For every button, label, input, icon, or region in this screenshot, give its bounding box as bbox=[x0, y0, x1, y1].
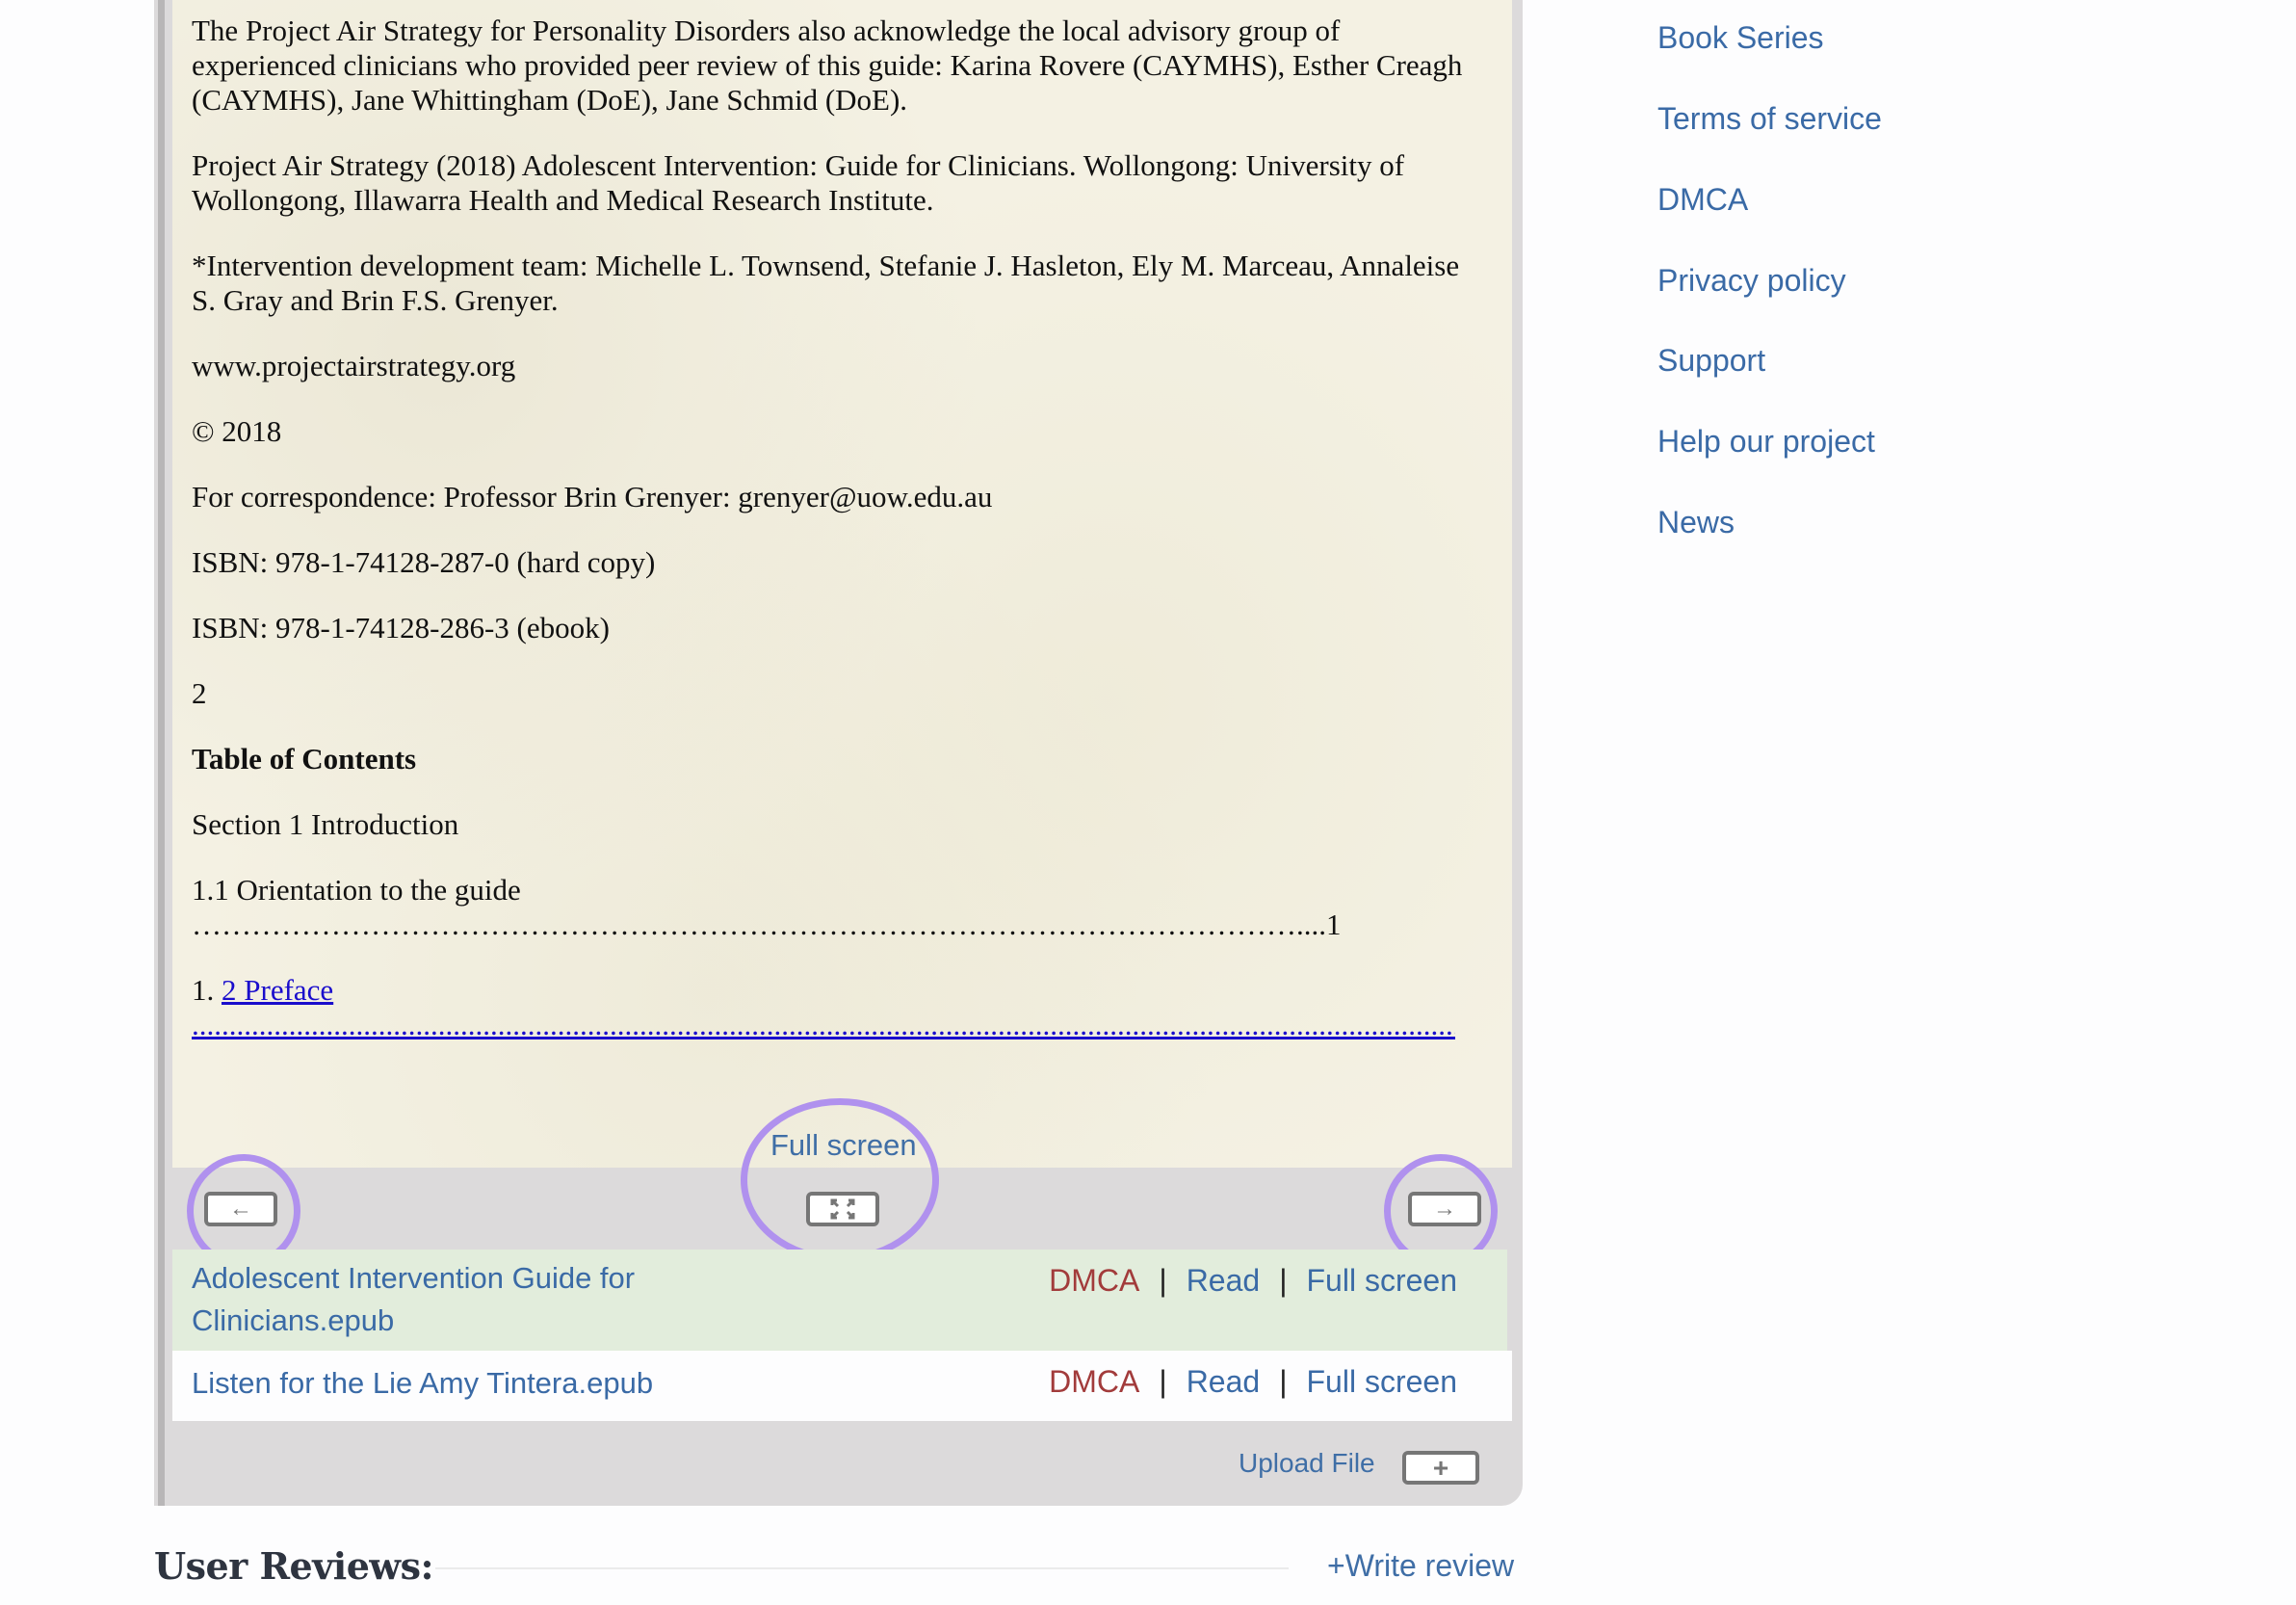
page-number: 2 bbox=[192, 676, 207, 710]
sidebar-link-book-series[interactable]: Book Series bbox=[1657, 20, 1824, 56]
page-paragraph: *Intervention development team: Michelle… bbox=[192, 249, 1460, 317]
file-dmca-link[interactable]: DMCA bbox=[1049, 1364, 1139, 1400]
sidebar-link-support[interactable]: Support bbox=[1657, 343, 1765, 379]
book-page: The Project Air Strategy for Personality… bbox=[172, 0, 1512, 1168]
separator: | bbox=[1279, 1263, 1288, 1298]
sidebar-link-dmca[interactable]: DMCA bbox=[1657, 182, 1748, 218]
file-actions: DMCA | Read | Full screen bbox=[1049, 1263, 1457, 1299]
file-name-link[interactable]: Listen for the Lie Amy Tintera.epub bbox=[192, 1362, 1058, 1405]
user-reviews-heading: User Reviews: bbox=[154, 1544, 434, 1588]
page-paragraph: ISBN: 978-1-74128-287-0 (hard copy) bbox=[192, 545, 656, 579]
divider bbox=[435, 1567, 1289, 1569]
arrow-right-icon: → bbox=[1433, 1196, 1456, 1222]
page-paragraph: The Project Air Strategy for Personality… bbox=[192, 13, 1463, 117]
upload-file-link[interactable]: Upload File bbox=[1239, 1448, 1375, 1479]
file-row: Listen for the Lie Amy Tintera.epub DMCA… bbox=[172, 1351, 1512, 1421]
page-paragraph: © 2018 bbox=[192, 414, 282, 448]
toc-section: Section 1 Introduction bbox=[192, 807, 459, 841]
toc-item: 1.1 Orientation to the guide ……………………………… bbox=[192, 873, 1482, 942]
sidebar-link-privacy[interactable]: Privacy policy bbox=[1657, 263, 1846, 299]
arrow-left-icon: ← bbox=[229, 1196, 252, 1222]
toc-heading: Table of Contents bbox=[192, 742, 417, 776]
file-name-link[interactable]: Adolescent Intervention Guide for Clinic… bbox=[192, 1257, 731, 1342]
file-actions: DMCA | Read | Full screen bbox=[1049, 1364, 1457, 1400]
toc-item-title: 1.1 Orientation to the guide bbox=[192, 873, 521, 907]
reader-left-border bbox=[158, 0, 165, 1506]
toc-item: 1. 2 Preface ...........................… bbox=[192, 973, 1482, 1042]
upload-file-button[interactable]: + bbox=[1402, 1451, 1479, 1485]
expand-icon bbox=[830, 1198, 855, 1220]
plus-icon: + bbox=[1432, 1452, 1449, 1483]
sidebar-link-help[interactable]: Help our project bbox=[1657, 424, 1875, 460]
page-paragraph: ISBN: 978-1-74128-286-3 (ebook) bbox=[192, 611, 610, 645]
toc-item-prefix: 1. bbox=[192, 973, 222, 1007]
page-paragraph: Project Air Strategy (2018) Adolescent I… bbox=[192, 148, 1405, 217]
toc-link-preface[interactable]: 2 Preface bbox=[222, 973, 333, 1007]
file-fullscreen-link[interactable]: Full screen bbox=[1307, 1364, 1458, 1400]
page-paragraph: www.projectairstrategy.org bbox=[192, 349, 516, 382]
toc-link-preface-leader[interactable]: ........................................… bbox=[192, 1008, 1455, 1042]
sidebar-link-news[interactable]: News bbox=[1657, 505, 1735, 540]
sidebar-link-terms[interactable]: Terms of service bbox=[1657, 101, 1882, 137]
file-fullscreen-link[interactable]: Full screen bbox=[1307, 1263, 1458, 1299]
separator: | bbox=[1159, 1263, 1167, 1298]
write-review-link[interactable]: +Write review bbox=[1327, 1548, 1514, 1584]
fullscreen-label[interactable]: Full screen bbox=[770, 1128, 917, 1163]
separator: | bbox=[1279, 1364, 1288, 1399]
fullscreen-button[interactable] bbox=[806, 1192, 879, 1226]
book-page-text: The Project Air Strategy for Personality… bbox=[192, 13, 1482, 1073]
file-read-link[interactable]: Read bbox=[1187, 1364, 1261, 1400]
file-dmca-link[interactable]: DMCA bbox=[1049, 1263, 1139, 1299]
next-page-button[interactable]: → bbox=[1408, 1192, 1481, 1226]
file-read-link[interactable]: Read bbox=[1187, 1263, 1261, 1299]
file-row: Adolescent Intervention Guide for Clinic… bbox=[172, 1250, 1507, 1351]
separator: | bbox=[1159, 1364, 1167, 1399]
toc-item-leader: …………………………………………………………………………………………………...… bbox=[192, 908, 1342, 941]
prev-page-button[interactable]: ← bbox=[204, 1192, 277, 1226]
page-paragraph: For correspondence: Professor Brin Greny… bbox=[192, 480, 993, 513]
